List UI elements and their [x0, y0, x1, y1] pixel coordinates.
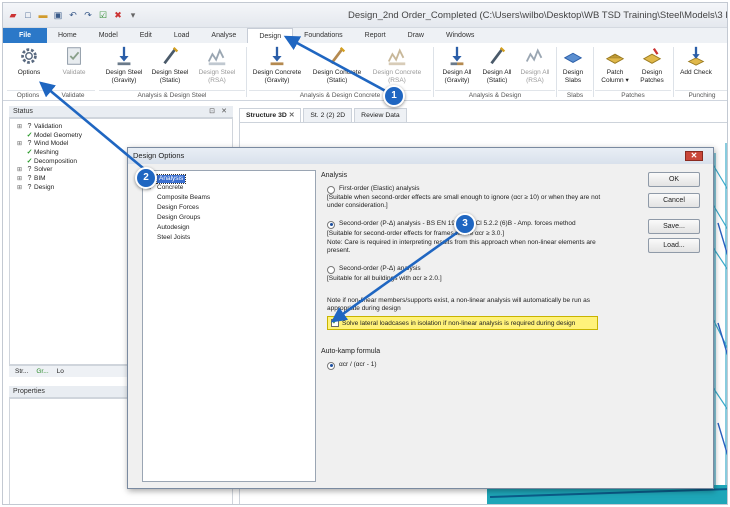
callout-arrow-1 [283, 35, 394, 97]
app-window: ▰ □ ▬ ▣ ↶ ↷ ☑ ✖ ▾ Design_2nd Order_Compl… [2, 2, 728, 505]
callout-arrow-2 [39, 81, 150, 174]
callout-badge-3: 3 [454, 213, 476, 235]
callout-badge-1: 1 [383, 85, 405, 107]
callout-badge-2: 2 [135, 167, 157, 189]
callout-arrow-3 [330, 225, 466, 323]
callout-arrows [39, 35, 466, 323]
